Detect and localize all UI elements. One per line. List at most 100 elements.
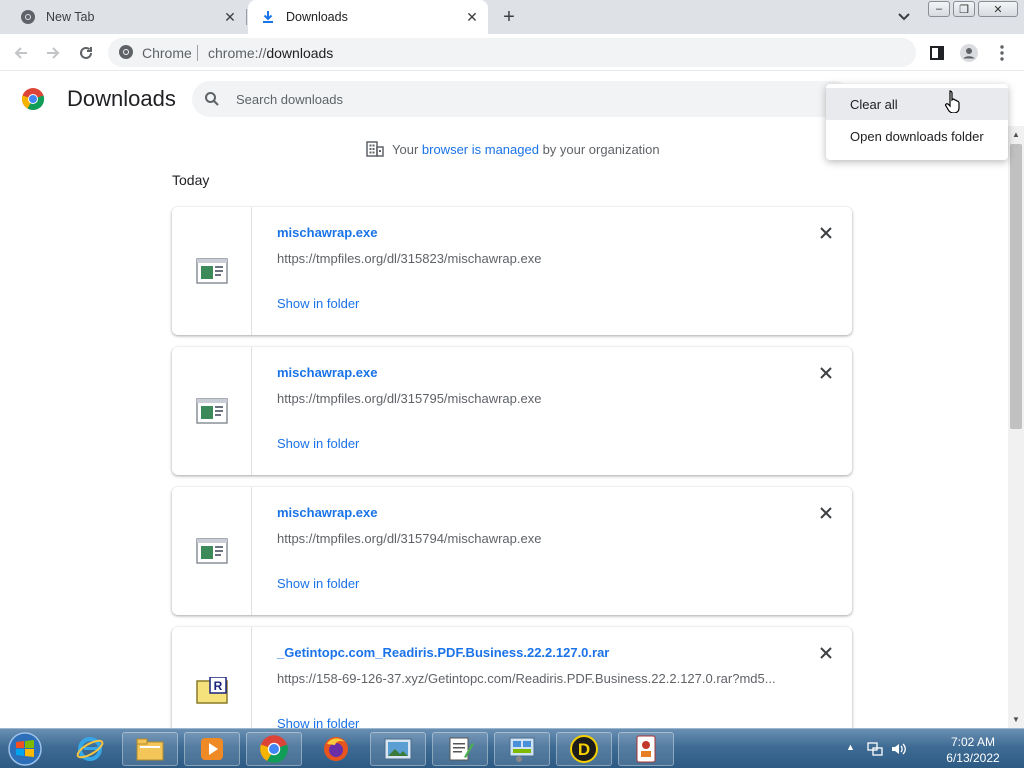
file-icon-column bbox=[172, 207, 252, 335]
taskbar-control-panel[interactable] bbox=[494, 732, 550, 766]
site-label: Chrome bbox=[142, 45, 192, 61]
file-url[interactable]: https://158-69-126-37.xyz/Getintopc.com/… bbox=[277, 671, 776, 686]
menu-item-open-downloads-folder[interactable]: Open downloads folder bbox=[826, 120, 1008, 152]
screen: New Tab ✕ Downloads ✕ + ‒ ❐ ✕ Chrome chr… bbox=[0, 0, 1024, 768]
back-button[interactable] bbox=[10, 42, 32, 64]
taskbar-media-player[interactable] bbox=[184, 732, 240, 766]
download-item: mischawrap.exe https://tmpfiles.org/dl/3… bbox=[172, 207, 852, 335]
menu-button[interactable] bbox=[991, 42, 1013, 64]
back-arrow-icon bbox=[14, 47, 27, 59]
search-input[interactable] bbox=[236, 89, 836, 109]
firefox-icon bbox=[324, 737, 348, 761]
show-in-folder-link[interactable]: Show in folder bbox=[277, 296, 359, 311]
building-icon bbox=[366, 141, 384, 157]
media-player-icon bbox=[201, 738, 223, 760]
tab-new-tab[interactable]: New Tab ✕ bbox=[8, 0, 246, 34]
clock-time: 7:02 AM bbox=[950, 735, 996, 749]
taskbar-d-app[interactable]: D bbox=[556, 732, 612, 766]
file-name-link[interactable]: mischawrap.exe bbox=[277, 225, 377, 240]
tab-divider bbox=[246, 9, 247, 25]
page-scrollbar[interactable]: ▲ ▼ bbox=[1008, 126, 1024, 728]
close-icon bbox=[820, 227, 832, 239]
remove-item-button[interactable] bbox=[818, 645, 834, 661]
profile-button[interactable] bbox=[958, 42, 980, 64]
chrome-app-icon bbox=[260, 735, 288, 763]
minimize-button[interactable]: ‒ bbox=[928, 1, 950, 17]
taskbar-internet-explorer[interactable] bbox=[62, 732, 118, 766]
search-bar[interactable] bbox=[192, 81, 852, 117]
volume-icon[interactable] bbox=[890, 740, 908, 758]
download-item: mischawrap.exe https://tmpfiles.org/dl/3… bbox=[172, 487, 852, 615]
windows-start-icon[interactable] bbox=[4, 731, 46, 767]
svg-text:R: R bbox=[214, 679, 223, 693]
side-panel-button[interactable] bbox=[926, 42, 948, 64]
side-panel-icon bbox=[930, 46, 944, 60]
close-icon bbox=[820, 367, 832, 379]
clock-date: 6/13/2022 bbox=[946, 751, 1000, 765]
remove-item-button[interactable] bbox=[818, 365, 834, 381]
show-in-folder-link[interactable]: Show in folder bbox=[277, 576, 359, 591]
forward-button[interactable] bbox=[42, 42, 64, 64]
new-tab-button[interactable]: + bbox=[498, 6, 520, 28]
search-icon bbox=[205, 92, 219, 106]
taskbar-file-explorer[interactable] bbox=[122, 732, 178, 766]
file-url[interactable]: https://tmpfiles.org/dl/315794/mischawra… bbox=[277, 531, 541, 546]
scroll-down-icon[interactable]: ▼ bbox=[1012, 715, 1020, 724]
tab-search-chevron-icon[interactable] bbox=[894, 9, 914, 25]
tab-strip: New Tab ✕ Downloads ✕ + ‒ ❐ ✕ bbox=[0, 0, 1024, 34]
rar-file-icon: R bbox=[196, 677, 228, 704]
file-url[interactable]: https://tmpfiles.org/dl/315823/mischawra… bbox=[277, 251, 541, 266]
close-tab-icon[interactable]: ✕ bbox=[222, 9, 238, 25]
chrome-favicon-icon bbox=[21, 10, 35, 24]
network-icon[interactable] bbox=[866, 740, 884, 758]
card-app-icon bbox=[636, 735, 656, 763]
taskbar-card-app[interactable] bbox=[618, 732, 674, 766]
control-panel-icon bbox=[509, 737, 535, 762]
more-actions-menu: Clear all Open downloads folder bbox=[826, 84, 1008, 160]
managed-suffix: by your organization bbox=[538, 141, 660, 157]
show-hidden-icons-icon[interactable]: ▲ bbox=[846, 742, 855, 752]
tab-downloads[interactable]: Downloads ✕ bbox=[248, 0, 488, 34]
close-icon bbox=[820, 647, 832, 659]
reload-icon bbox=[80, 46, 92, 59]
file-name-link[interactable]: _Getintopc.com_Readiris.PDF.Business.22.… bbox=[277, 645, 609, 660]
chrome-logo-icon bbox=[21, 88, 45, 111]
close-tab-icon[interactable]: ✕ bbox=[464, 9, 480, 25]
remove-item-button[interactable] bbox=[818, 225, 834, 241]
hand-cursor-icon bbox=[945, 90, 960, 113]
managed-link[interactable]: browser is managed bbox=[422, 142, 539, 157]
folder-icon bbox=[136, 738, 164, 761]
reload-button[interactable] bbox=[75, 42, 97, 64]
exe-file-icon bbox=[196, 398, 228, 424]
file-icon-column bbox=[172, 347, 252, 475]
show-in-folder-link[interactable]: Show in folder bbox=[277, 436, 359, 451]
close-icon bbox=[820, 507, 832, 519]
url-prefix: chrome:// bbox=[208, 45, 267, 61]
more-vert-icon bbox=[1000, 45, 1004, 61]
managed-notice: Your browser is managed by your organiza… bbox=[366, 140, 660, 158]
avatar-icon bbox=[960, 44, 978, 62]
restore-button[interactable]: ❐ bbox=[953, 1, 975, 17]
file-name-link[interactable]: mischawrap.exe bbox=[277, 365, 377, 380]
file-url[interactable]: https://tmpfiles.org/dl/315795/mischawra… bbox=[277, 391, 541, 406]
tab-title: Downloads bbox=[286, 10, 348, 24]
taskbar-chrome[interactable] bbox=[246, 732, 302, 766]
scroll-thumb[interactable] bbox=[1010, 144, 1022, 429]
svg-text:D: D bbox=[578, 740, 590, 759]
d-app-icon: D bbox=[570, 735, 598, 763]
taskbar-notepad-editor[interactable] bbox=[432, 732, 488, 766]
managed-prefix: Your bbox=[392, 141, 422, 157]
scroll-up-icon[interactable]: ▲ bbox=[1012, 130, 1020, 139]
remove-item-button[interactable] bbox=[818, 505, 834, 521]
taskbar-firefox[interactable] bbox=[308, 732, 364, 766]
internet-explorer-icon bbox=[76, 737, 104, 761]
date-section-label: Today bbox=[172, 172, 210, 188]
file-name-link[interactable]: mischawrap.exe bbox=[277, 505, 377, 520]
address-bar[interactable]: Chrome chrome://downloads bbox=[108, 38, 916, 67]
taskbar-clock[interactable]: 7:02 AM 6/13/2022 bbox=[938, 734, 1008, 766]
menu-item-clear-all[interactable]: Clear all bbox=[826, 88, 1008, 120]
forward-arrow-icon bbox=[47, 47, 60, 59]
url-text: chrome://downloads bbox=[208, 45, 333, 61]
taskbar-photo-viewer[interactable] bbox=[370, 732, 426, 766]
close-window-button[interactable]: ✕ bbox=[978, 1, 1018, 17]
